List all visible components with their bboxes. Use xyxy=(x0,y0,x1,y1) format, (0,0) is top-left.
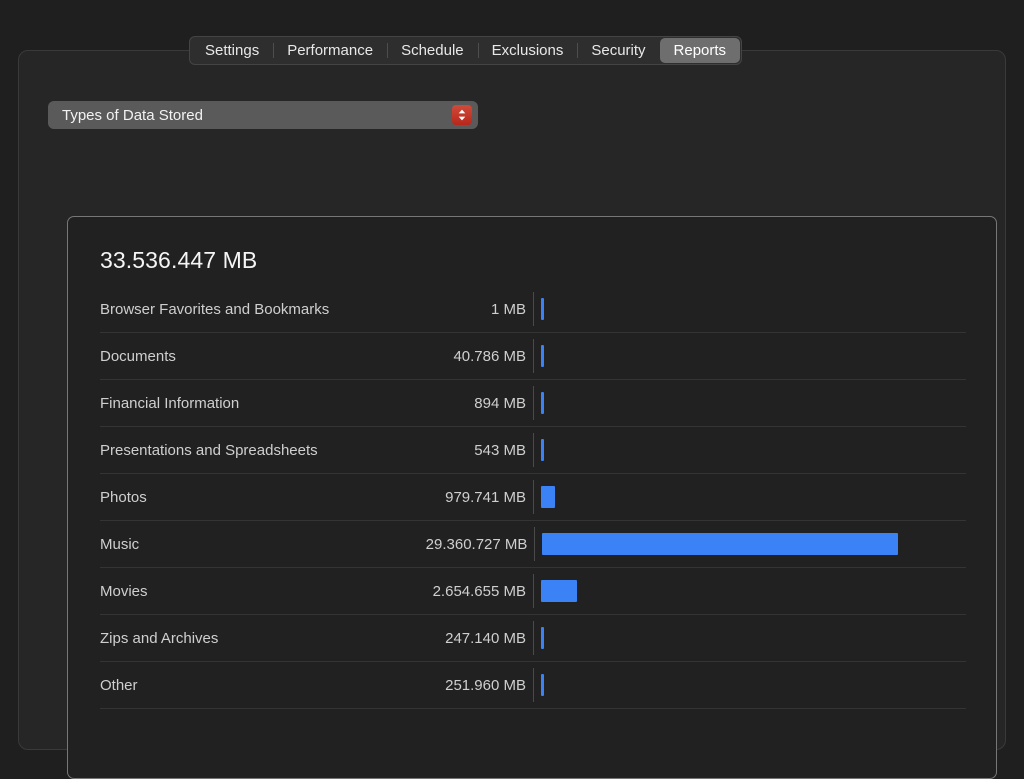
row-bar xyxy=(541,392,544,414)
row-value: 979.741 MB xyxy=(445,488,526,506)
row-bar-track xyxy=(533,474,966,520)
row-label: Browser Favorites and Bookmarks xyxy=(100,300,330,318)
row-value: 1 MB xyxy=(490,300,526,318)
row-bar-track xyxy=(533,521,966,567)
row-bar xyxy=(541,674,544,696)
row-bar xyxy=(541,486,555,508)
table-row: Photos 979.741 MB xyxy=(100,474,966,521)
row-bar-track xyxy=(533,568,966,614)
table-row: Other 251.960 MB xyxy=(100,662,966,709)
row-bar-track xyxy=(533,333,966,379)
tab-bar: Settings Performance Schedule Exclusions Sec… xyxy=(189,36,743,65)
tab-settings[interactable]: Settings xyxy=(191,38,273,63)
row-bar-track xyxy=(533,286,966,332)
row-label: Movies xyxy=(100,582,148,600)
row-value: 251.960 MB xyxy=(445,676,526,694)
report-type-select-label: Types of Data Stored xyxy=(62,106,203,124)
row-value: 543 MB xyxy=(474,441,526,459)
data-types-list: Browser Favorites and Bookmarks 1 MB Docum… xyxy=(100,286,966,709)
row-bar-track xyxy=(533,662,966,708)
table-row: Documents 40.786 MB xyxy=(100,333,966,380)
row-bar-track xyxy=(533,427,966,473)
row-bar xyxy=(541,533,898,555)
tab-schedule[interactable]: Schedule xyxy=(387,38,478,63)
row-value: 40.786 MB xyxy=(453,347,526,365)
row-label: Photos xyxy=(100,488,147,506)
tab-exclusions[interactable]: Exclusions xyxy=(477,38,578,63)
tab-security[interactable]: Security xyxy=(577,38,659,63)
settings-window: 33.536.447 MB Browser Favorites and Book… xyxy=(18,50,1006,779)
row-bar xyxy=(541,580,577,602)
row-bar xyxy=(541,627,544,649)
table-row: Movies 2.654.655 MB xyxy=(100,568,966,615)
row-label: Other xyxy=(100,676,138,694)
table-row: Presentations and Spreadsheets 543 MB xyxy=(100,427,966,474)
chevron-up-down-icon[interactable] xyxy=(452,105,472,125)
report-type-select[interactable]: Types of Data Stored xyxy=(48,101,478,129)
table-row: Music 29.360.727 MB xyxy=(100,521,966,568)
table-row: Financial Information 894 MB xyxy=(100,380,966,427)
row-bar xyxy=(541,345,544,367)
row-label: Zips and Archives xyxy=(100,629,219,647)
row-label: Music xyxy=(100,535,140,553)
row-bar-track xyxy=(533,380,966,426)
total-size-label: 33.536.447 MB xyxy=(100,247,258,273)
row-label: Financial Information xyxy=(100,394,240,412)
table-row: Zips and Archives 247.140 MB xyxy=(100,615,966,662)
row-value: 29.360.727 MB xyxy=(425,535,528,553)
row-bar xyxy=(541,298,544,320)
row-label: Presentations and Spreadsheets xyxy=(100,441,318,459)
row-bar xyxy=(541,439,544,461)
row-label: Documents xyxy=(100,347,176,365)
row-bar-track xyxy=(533,615,966,661)
report-panel: 33.536.447 MB Browser Favorites and Book… xyxy=(67,216,997,779)
row-value: 247.140 MB xyxy=(445,629,526,647)
tab-performance[interactable]: Performance xyxy=(273,38,387,63)
row-value: 2.654.655 MB xyxy=(432,582,526,600)
tab-reports[interactable]: Reports xyxy=(659,38,741,63)
table-row: Browser Favorites and Bookmarks 1 MB xyxy=(100,286,966,333)
row-value: 894 MB xyxy=(474,394,526,412)
